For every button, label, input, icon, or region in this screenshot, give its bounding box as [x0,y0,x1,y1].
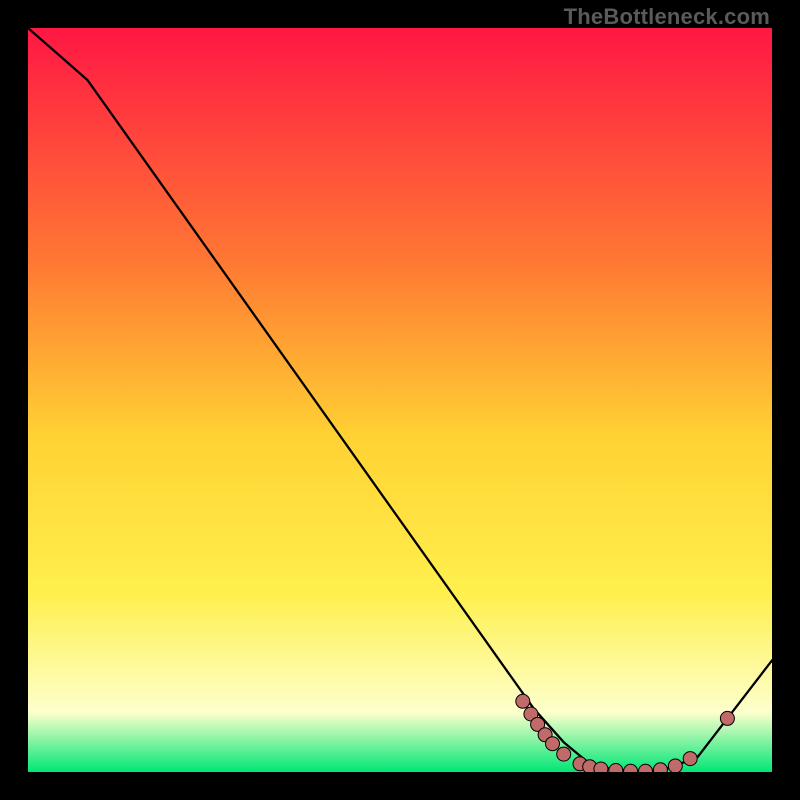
curve-marker [720,711,734,725]
curve-marker [557,747,571,761]
curve-marker [683,752,697,766]
watermark-label: TheBottleneck.com [564,4,770,30]
gradient-background [28,28,772,772]
frame: TheBottleneck.com [0,0,800,800]
curve-marker [546,737,560,751]
curve-marker [594,762,608,772]
curve-marker [516,694,530,708]
curve-marker [668,759,682,772]
curve-marker [653,763,667,772]
chart-canvas [28,28,772,772]
